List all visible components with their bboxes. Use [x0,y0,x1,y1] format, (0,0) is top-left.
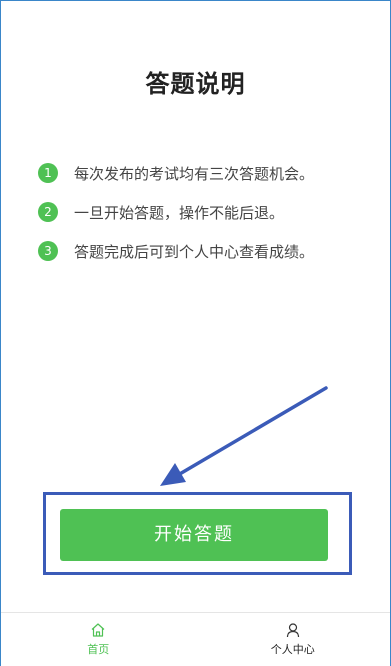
rule-number-badge: 3 [38,241,58,261]
home-icon [91,623,105,637]
tab-home[interactable]: 首页 [1,613,196,666]
rule-number-badge: 2 [38,202,58,222]
rule-item: 3 答题完成后可到个人中心查看成绩。 [38,241,378,261]
rule-text: 答题完成后可到个人中心查看成绩。 [74,242,315,261]
bottom-tab-bar: 首页 个人中心 [1,612,390,666]
rule-text: 一旦开始答题，操作不能后退。 [74,203,285,222]
user-icon [286,623,299,638]
rule-item: 1 每次发布的考试均有三次答题机会。 [38,163,378,183]
rule-number-badge: 1 [38,163,58,183]
tab-profile-label: 个人中心 [270,643,315,656]
tab-profile[interactable]: 个人中心 [196,613,391,666]
rule-item: 2 一旦开始答题，操作不能后退。 [38,202,378,222]
rule-text: 每次发布的考试均有三次答题机会。 [74,164,315,183]
start-quiz-button[interactable]: 开始答题 [60,509,328,561]
rules-list: 1 每次发布的考试均有三次答题机会。 2 一旦开始答题，操作不能后退。 3 答题… [38,163,378,280]
tab-home-label: 首页 [87,643,110,656]
page-title: 答题说明 [145,70,246,98]
